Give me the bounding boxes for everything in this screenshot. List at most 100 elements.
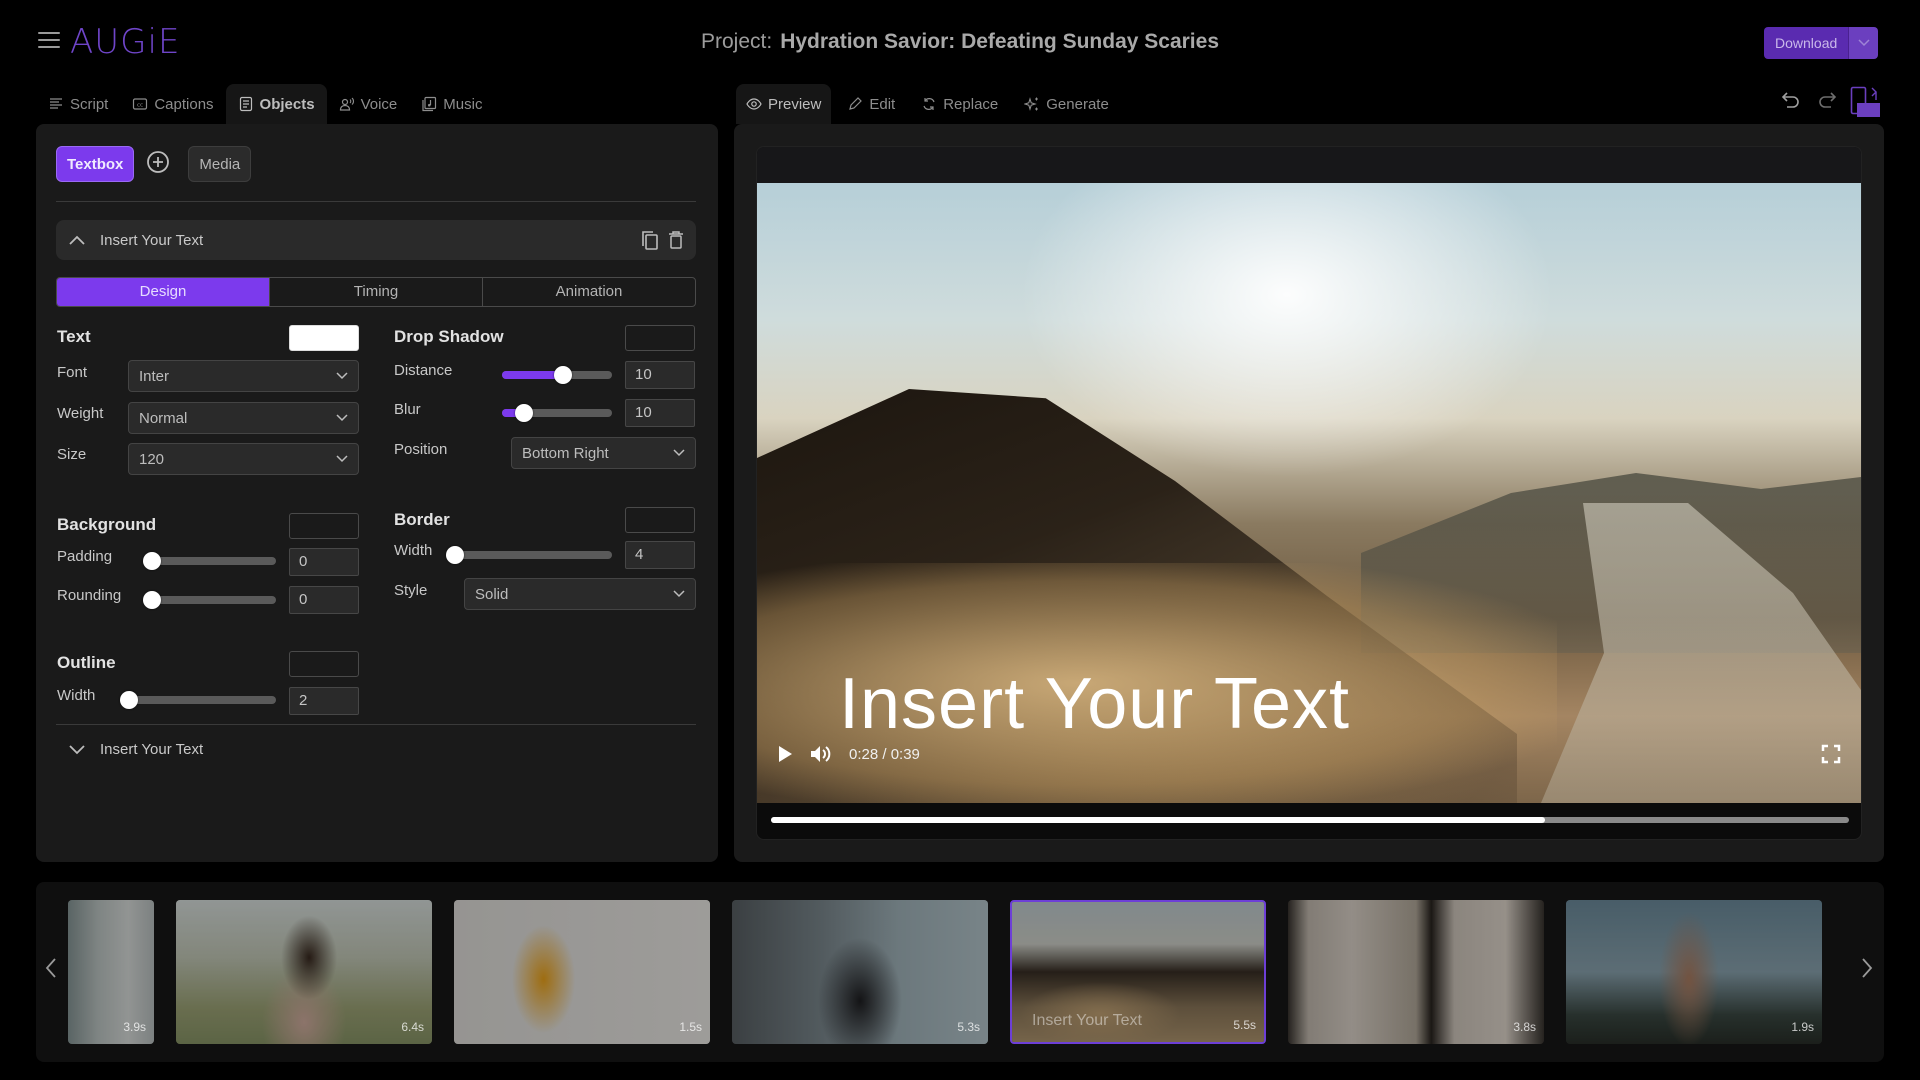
distance-input[interactable]: 10 — [625, 361, 695, 389]
tab-label: Replace — [943, 95, 999, 113]
tab-script[interactable]: Script — [36, 84, 120, 124]
padding-input[interactable]: 0 — [289, 548, 359, 576]
border-style-select[interactable]: Solid — [464, 578, 696, 610]
shadow-position-select[interactable]: Bottom Right — [511, 437, 696, 469]
text-overlay[interactable]: Insert Your Text — [839, 663, 1350, 745]
drop-shadow-color-swatch[interactable] — [625, 325, 695, 351]
padding-label: Padding — [57, 548, 113, 565]
border-width-label: Width — [394, 542, 433, 559]
weight-label: Weight — [57, 405, 104, 422]
border-color-swatch[interactable] — [625, 507, 695, 533]
volume-icon[interactable] — [809, 744, 833, 764]
border-section-title: Border — [394, 510, 450, 529]
slider-thumb[interactable] — [143, 552, 161, 570]
refresh-icon — [923, 98, 935, 110]
text-color-swatch[interactable] — [289, 325, 359, 351]
progress-fill — [771, 817, 1545, 823]
redo-icon[interactable] — [1816, 88, 1838, 110]
tab-label: Music — [443, 95, 483, 113]
subtab-design[interactable]: Design — [57, 278, 270, 306]
timeline-clip[interactable]: 3.9s — [68, 900, 154, 1044]
clip-caption: Insert Your Text — [1032, 1012, 1142, 1029]
size-value: 120 — [139, 450, 165, 468]
chevron-up-icon[interactable] — [68, 234, 86, 246]
rounding-input[interactable]: 0 — [289, 586, 359, 614]
font-select[interactable]: Inter — [128, 360, 359, 392]
timeline-clip-selected[interactable]: Insert Your Text 5.5s — [1010, 900, 1266, 1044]
player-controls: 0:28 / 0:39 — [777, 739, 1841, 769]
clip-duration: 5.3s — [957, 1020, 980, 1034]
chevron-down-icon[interactable] — [68, 744, 86, 756]
background-section-title: Background — [57, 515, 157, 534]
distance-slider[interactable] — [502, 366, 612, 384]
outline-color-swatch[interactable] — [289, 651, 359, 677]
history-controls — [1780, 88, 1838, 110]
clip-duration: 1.9s — [1791, 1020, 1814, 1034]
download-button-group: Download — [1764, 27, 1879, 59]
subtab-timing[interactable]: Timing — [270, 278, 483, 306]
blur-slider[interactable] — [502, 404, 612, 422]
add-object-icon[interactable] — [144, 148, 172, 176]
chevron-down-icon — [336, 414, 348, 422]
playback-progress-bar[interactable] — [771, 817, 1849, 823]
aspect-ratio-toggle-icon[interactable] — [1850, 86, 1882, 118]
slider-thumb[interactable] — [553, 366, 572, 384]
outline-width-slider[interactable] — [120, 691, 276, 709]
play-icon[interactable] — [777, 745, 793, 763]
video-frame[interactable]: Insert Your Text — [757, 183, 1861, 803]
download-options-button[interactable] — [1848, 27, 1879, 59]
padding-slider[interactable] — [143, 552, 276, 570]
chevron-left-icon[interactable] — [44, 957, 58, 979]
chevron-down-icon — [673, 590, 685, 598]
slider-thumb[interactable] — [515, 404, 533, 422]
object-title: Insert Your Text — [100, 741, 204, 758]
project-label: Project: — [701, 30, 773, 53]
textbox-button[interactable]: Textbox — [56, 146, 135, 182]
tab-preview[interactable]: Preview — [736, 84, 832, 124]
timeline-clip[interactable]: 5.3s — [732, 900, 988, 1044]
chevron-down-icon — [673, 449, 685, 457]
slider-thumb[interactable] — [143, 591, 161, 609]
tab-objects[interactable]: Objects — [225, 84, 327, 124]
blur-input[interactable]: 10 — [625, 399, 695, 427]
tab-label: Preview — [768, 95, 822, 113]
duplicate-icon[interactable] — [640, 229, 660, 251]
tab-replace[interactable]: Replace — [911, 84, 1008, 124]
rounding-slider[interactable] — [143, 591, 276, 609]
size-select[interactable]: 120 — [128, 443, 359, 475]
fullscreen-icon[interactable] — [1821, 744, 1841, 764]
outline-section-title: Outline — [57, 653, 116, 672]
tab-captions[interactable]: cc Captions — [120, 84, 225, 124]
tab-edit[interactable]: Edit — [837, 84, 905, 124]
timeline-clip[interactable]: 3.8s — [1288, 900, 1544, 1044]
rounding-label: Rounding — [57, 587, 122, 604]
border-width-slider[interactable] — [446, 546, 612, 564]
object-header-collapsed[interactable]: Insert Your Text — [68, 741, 203, 758]
slider-thumb[interactable] — [120, 691, 138, 709]
tab-music[interactable]: Music — [409, 84, 494, 124]
objects-panel: Textbox Media Insert Your Text Design Ti… — [36, 124, 718, 862]
object-header-expanded[interactable]: Insert Your Text — [56, 220, 696, 260]
tab-voice[interactable]: Voice — [327, 84, 410, 124]
weight-select[interactable]: Normal — [128, 402, 359, 434]
playback-time: 0:28 / 0:39 — [849, 745, 920, 763]
outline-width-input[interactable]: 2 — [289, 687, 359, 715]
trash-icon[interactable] — [668, 230, 684, 250]
subtab-animation[interactable]: Animation — [483, 278, 695, 306]
undo-icon[interactable] — [1780, 88, 1802, 110]
clip-duration: 5.5s — [1233, 1018, 1256, 1032]
timeline-clip[interactable]: 1.9s — [1566, 900, 1822, 1044]
divider — [56, 724, 696, 725]
background-color-swatch[interactable] — [289, 513, 359, 539]
timeline-clip[interactable]: 6.4s — [176, 900, 432, 1044]
position-label: Position — [394, 441, 448, 458]
media-button[interactable]: Media — [188, 146, 252, 182]
download-button[interactable]: Download — [1764, 27, 1849, 59]
chevron-right-icon[interactable] — [1860, 957, 1874, 979]
tab-generate[interactable]: Generate — [1014, 84, 1119, 124]
script-lines-icon — [50, 98, 62, 109]
slider-thumb[interactable] — [446, 546, 464, 564]
border-width-input[interactable]: 4 — [625, 541, 695, 569]
timeline-clip[interactable]: 1.5s — [454, 900, 710, 1044]
clip-duration: 3.9s — [123, 1020, 146, 1034]
